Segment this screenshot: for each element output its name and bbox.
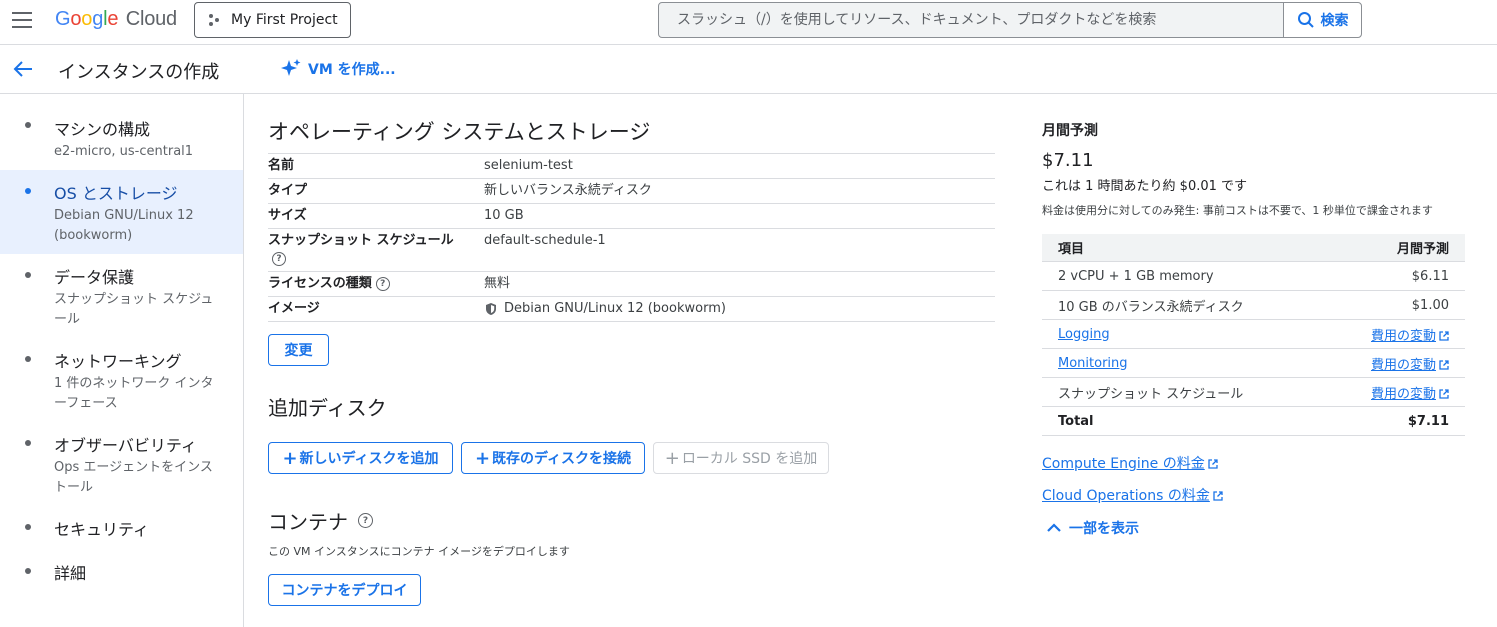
search-icon — [1297, 12, 1314, 28]
sidebar-item-os-storage[interactable]: OS とストレージ Debian GNU/Linux 12 (bookworm) — [0, 170, 243, 254]
sparkle-icon — [281, 59, 301, 76]
sidebar-item-machine-config[interactable]: マシンの構成 e2-micro, us-central1 — [0, 108, 243, 168]
cost-row-logging: Logging 費用の変動 — [1042, 320, 1465, 349]
project-name: My First Project — [231, 12, 338, 28]
sidebar-nav: マシンの構成 e2-micro, us-central1 OS とストレージ D… — [0, 94, 244, 627]
bullet-icon — [25, 356, 31, 362]
cost-row-disk: 10 GB のバランス永続ディスク $1.00 — [1042, 291, 1465, 320]
snapshot-variable-cost-link[interactable]: 費用の変動 — [1371, 383, 1449, 402]
spec-row-license: ライセンスの種類? 無料 — [268, 272, 995, 297]
cost-row-vcpu: 2 vCPU + 1 GB memory $6.11 — [1042, 262, 1465, 291]
additional-disk-heading: 追加ディスク — [268, 396, 387, 420]
deploy-container-button[interactable]: コンテナをデプロイ — [268, 574, 421, 606]
cost-row-total: Total $7.11 — [1042, 407, 1465, 436]
compute-engine-pricing-link[interactable]: Compute Engine の料金 — [1042, 453, 1218, 473]
bullet-icon — [25, 568, 31, 574]
spec-row-image: イメージ Debian GNU/Linux 12 (bookworm) — [268, 297, 995, 322]
spec-row-name: 名前 selenium-test — [268, 154, 995, 179]
sidebar-item-observability[interactable]: オブザーバビリティ Ops エージェントをインストール — [0, 424, 243, 504]
cost-table: 項目 月間予測 2 vCPU + 1 GB memory $6.11 10 GB… — [1042, 234, 1465, 436]
back-arrow-icon[interactable] — [12, 59, 34, 79]
project-dots-icon — [209, 14, 219, 26]
add-new-disk-button[interactable]: + 新しいディスクを追加 — [268, 442, 453, 474]
logging-variable-cost-link[interactable]: 費用の変動 — [1371, 325, 1449, 344]
disk-spec-table: 名前 selenium-test タイプ 新しいバランス永続ディスク サイズ 1… — [268, 153, 995, 322]
external-link-icon — [1213, 491, 1223, 501]
sidebar-item-data-protection[interactable]: データ保護 スナップショット スケジュール — [0, 256, 243, 336]
logging-link[interactable]: Logging — [1058, 327, 1110, 342]
page-title: インスタンスの作成 — [58, 62, 220, 83]
shield-icon — [486, 303, 496, 315]
monthly-price: $7.11 — [1042, 150, 1094, 171]
search-bar: 検索 — [658, 2, 1362, 38]
cost-row-monitoring: Monitoring 費用の変動 — [1042, 349, 1465, 378]
spec-row-size: サイズ 10 GB — [268, 204, 995, 229]
add-local-ssd-button[interactable]: + ローカル SSD を追加 — [653, 442, 829, 474]
plus-icon: + — [282, 447, 298, 469]
os-storage-heading: オペレーティング システムとストレージ — [268, 120, 651, 144]
top-bar: Google Cloud My First Project 検索 — [0, 0, 1497, 45]
google-cloud-logo[interactable]: Google Cloud — [55, 8, 177, 31]
monitoring-link[interactable]: Monitoring — [1058, 356, 1128, 371]
help-icon[interactable]: ? — [375, 276, 390, 291]
cost-row-snapshot: スナップショット スケジュール 費用の変動 — [1042, 378, 1465, 407]
change-image-button[interactable]: 変更 — [268, 334, 329, 366]
cost-table-header: 項目 月間予測 — [1042, 234, 1465, 262]
bullet-icon — [25, 272, 31, 278]
plus-icon: + — [474, 447, 491, 469]
vm-create-button[interactable]: VM を作成... — [280, 58, 396, 80]
spec-row-type: タイプ 新しいバランス永続ディスク — [268, 179, 995, 204]
search-input[interactable] — [659, 3, 1283, 37]
plus-icon: + — [664, 447, 680, 469]
cost-title: 月間予測 — [1042, 123, 1098, 139]
external-link-icon — [1208, 459, 1218, 469]
help-icon[interactable]: ? — [358, 513, 373, 528]
chevron-up-icon — [1047, 523, 1061, 532]
sidebar-item-details[interactable]: 詳細 — [0, 552, 243, 592]
bullet-icon — [25, 524, 31, 530]
monitoring-variable-cost-link[interactable]: 費用の変動 — [1371, 354, 1449, 373]
cloud-operations-pricing-link[interactable]: Cloud Operations の料金 — [1042, 485, 1223, 505]
sidebar-item-networking[interactable]: ネットワーキング 1 件のネットワーク インターフェース — [0, 340, 243, 420]
container-heading: コンテナ? — [268, 506, 373, 535]
hourly-price: これは 1 時間あたり約 $0.01 です — [1042, 179, 1248, 194]
title-bar: インスタンスの作成 VM を作成... — [0, 45, 1497, 94]
sidebar-item-security[interactable]: セキュリティ — [0, 508, 243, 548]
external-link-icon — [1439, 330, 1449, 341]
billing-note: 料金は使用分に対してのみ発生: 事前コストは不要で、1 秒単位で課金されます — [1042, 204, 1433, 217]
help-icon[interactable]: ? — [272, 251, 286, 266]
external-link-icon — [1439, 359, 1449, 370]
external-link-icon — [1439, 388, 1449, 399]
attach-existing-disk-button[interactable]: + 既存のディスクを接続 — [461, 442, 645, 474]
bullet-icon — [25, 122, 31, 128]
show-less-button[interactable]: 一部を表示 — [1047, 518, 1139, 538]
project-selector-button[interactable]: My First Project — [194, 2, 351, 38]
bullet-icon — [25, 440, 31, 446]
search-button[interactable]: 検索 — [1283, 3, 1361, 37]
spec-row-snapshot: スナップショット スケジュール? default-schedule-1 — [268, 229, 995, 272]
menu-icon[interactable] — [12, 12, 32, 28]
bullet-icon — [25, 188, 31, 194]
container-description: この VM インスタンスにコンテナ イメージをデプロイします — [268, 545, 570, 558]
